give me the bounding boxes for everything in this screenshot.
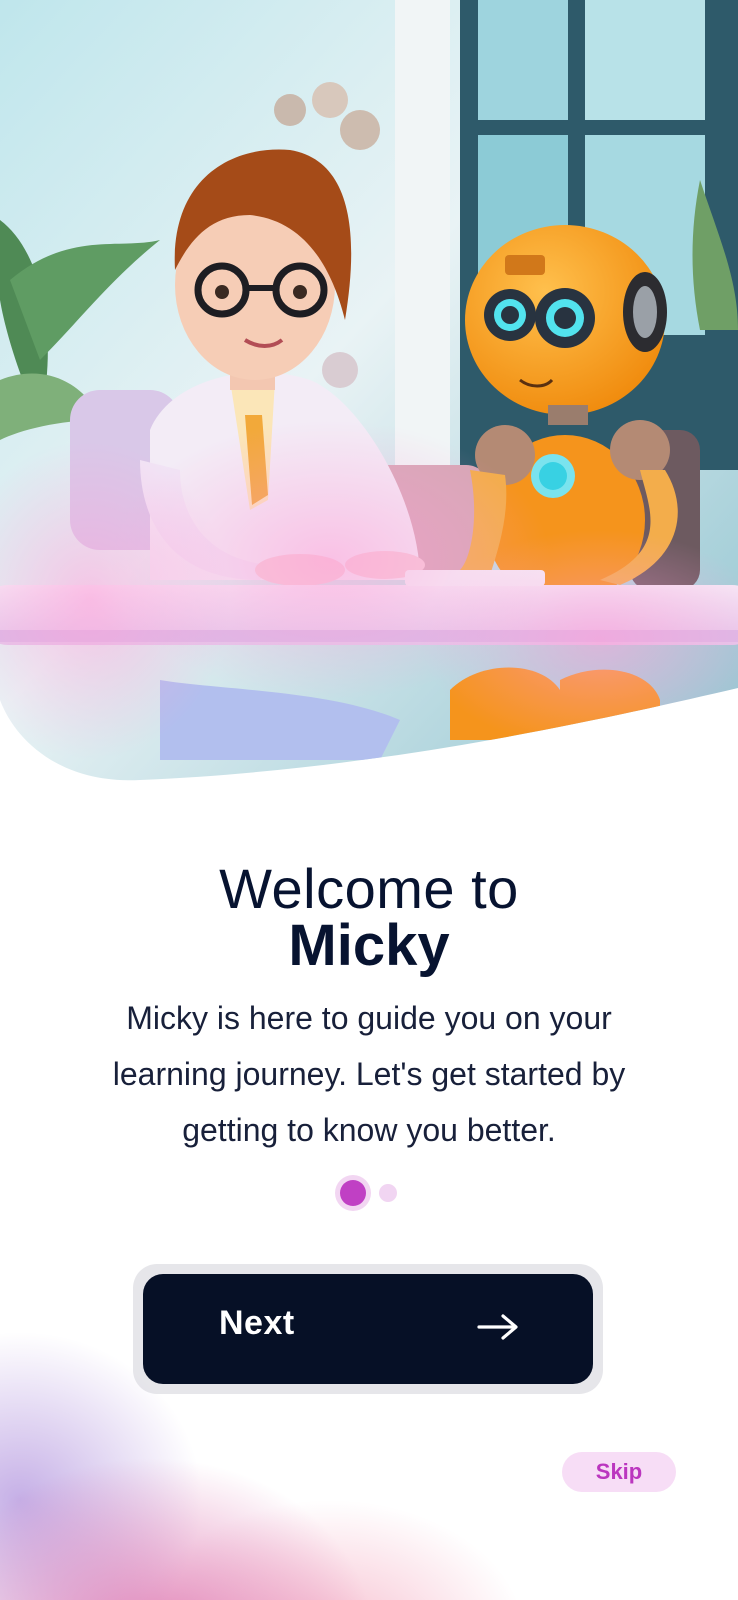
title-app-name: Micky	[288, 913, 450, 978]
next-button[interactable]: Next	[143, 1274, 593, 1384]
hero-illustration	[0, 0, 738, 790]
welcome-description: Micky is here to guide you on your learn…	[112, 1000, 626, 1148]
arrow-right-icon	[477, 1314, 518, 1340]
skip-button[interactable]: Skip	[562, 1452, 676, 1492]
page-indicator-dot	[379, 1184, 397, 1202]
next-button-label: Next	[219, 1304, 295, 1342]
page-indicator-dot-active	[340, 1180, 366, 1206]
onboarding-screen: Welcome to Micky Micky is here to guide …	[0, 0, 738, 1600]
